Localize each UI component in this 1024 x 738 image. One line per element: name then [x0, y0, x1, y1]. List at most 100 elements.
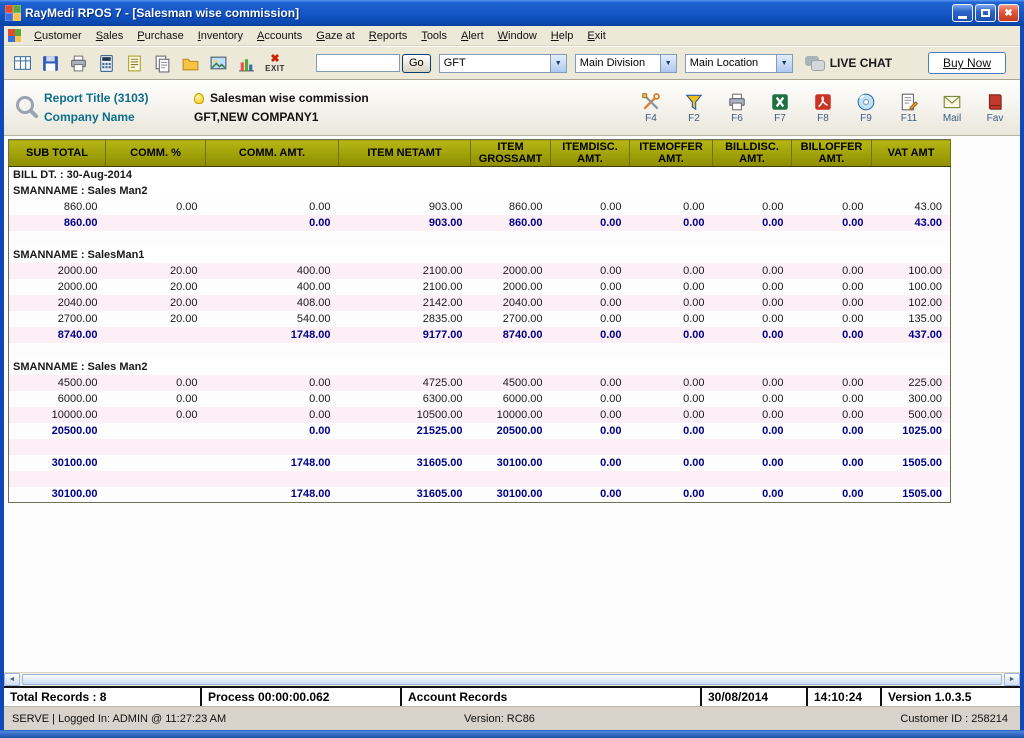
cell: 1748.00	[206, 455, 339, 471]
cell: 540.00	[206, 311, 339, 327]
tool-fkey-label: F2	[688, 113, 700, 124]
notes-icon[interactable]	[122, 51, 146, 75]
save-icon[interactable]	[38, 51, 62, 75]
cell: 0.00	[206, 407, 339, 423]
cell: 860.00	[471, 215, 551, 231]
cell: 0.00	[792, 423, 872, 439]
table-icon[interactable]	[10, 51, 34, 75]
cell: 0.00	[630, 295, 713, 311]
spacer-cell	[9, 343, 951, 359]
menu-item-gaze-at[interactable]: Gaze at	[309, 28, 362, 44]
menu-item-inventory[interactable]: Inventory	[191, 28, 250, 44]
table-row[interactable]: 2700.0020.00540.002835.002700.000.000.00…	[9, 311, 951, 327]
mail-button[interactable]: Mail	[937, 92, 967, 124]
column-header: ITEM NETAMT	[339, 140, 471, 167]
title-bar[interactable]: RayMedi RPOS 7 - [Salesman wise commissi…	[0, 0, 1024, 26]
cell: 20.00	[106, 279, 206, 295]
search-input[interactable]	[316, 54, 400, 72]
cell: 0.00	[630, 375, 713, 391]
spacer-row	[9, 343, 951, 359]
copy-icon[interactable]	[150, 51, 174, 75]
cell	[106, 487, 206, 503]
cell: 2040.00	[9, 295, 106, 311]
mail-icon	[942, 92, 962, 112]
division-dropdown[interactable]: Main Division▼	[575, 54, 677, 73]
table-row[interactable]: 10000.000.000.0010500.0010000.000.000.00…	[9, 407, 951, 423]
cell: 10000.00	[471, 407, 551, 423]
window-bottom-border	[0, 730, 1024, 738]
restore-button[interactable]	[975, 4, 996, 22]
bulb-icon	[194, 93, 204, 104]
cell: 0.00	[551, 487, 630, 503]
menu-item-alert[interactable]: Alert	[454, 28, 491, 44]
cell: 0.00	[206, 199, 339, 215]
fav-icon	[985, 92, 1005, 112]
menu-item-window[interactable]: Window	[491, 28, 544, 44]
table-row[interactable]: 4500.000.000.004725.004500.000.000.000.0…	[9, 375, 951, 391]
cell: 0.00	[713, 311, 792, 327]
buy-now-button[interactable]: Buy Now	[928, 52, 1006, 74]
menu-item-sales[interactable]: Sales	[89, 28, 131, 44]
tool-fkey-label: F8	[817, 113, 829, 124]
cell: 0.00	[551, 279, 630, 295]
menu-item-accounts[interactable]: Accounts	[250, 28, 309, 44]
menu-item-customer[interactable]: Customer	[27, 28, 89, 44]
table-row[interactable]: 2000.0020.00400.002100.002000.000.000.00…	[9, 279, 951, 295]
cell: 0.00	[206, 215, 339, 231]
print-button[interactable]: F6	[722, 92, 752, 124]
column-header: SUB TOTAL	[9, 140, 106, 167]
table-row[interactable]: 2040.0020.00408.002142.002040.000.000.00…	[9, 295, 951, 311]
image-icon[interactable]	[206, 51, 230, 75]
minimize-button[interactable]	[952, 4, 973, 22]
company-dropdown[interactable]: GFT▼	[439, 54, 567, 73]
chart-icon[interactable]	[234, 51, 258, 75]
cell: 860.00	[471, 199, 551, 215]
menu-item-reports[interactable]: Reports	[362, 28, 415, 44]
toolbar: ✖ EXIT Go GFT▼ Main Division▼ Main Locatio…	[4, 46, 1020, 80]
cell: 860.00	[9, 215, 106, 231]
group-row: SMANNAME : SalesMan1	[9, 247, 951, 263]
subtotal-row: 30100.001748.0031605.0030100.000.000.000…	[9, 455, 951, 471]
cell: 10000.00	[9, 407, 106, 423]
table-row[interactable]: 860.000.000.00903.00860.000.000.000.000.…	[9, 199, 951, 215]
exit-button[interactable]: ✖ EXIT	[260, 49, 290, 77]
group-label: SMANNAME : Sales Man2	[9, 359, 951, 375]
tool-fkey-label: F6	[731, 113, 743, 124]
cell: 2700.00	[471, 311, 551, 327]
fav-button[interactable]: Fav	[980, 92, 1010, 124]
pdf-button[interactable]: F8	[808, 92, 838, 124]
live-chat-button[interactable]: LIVE CHAT	[805, 56, 892, 71]
scroll-left-button[interactable]: ◄	[4, 673, 20, 686]
location-dropdown[interactable]: Main Location▼	[685, 54, 793, 73]
disc-button[interactable]: F9	[851, 92, 881, 124]
cell: 9177.00	[339, 327, 471, 343]
cell: 0.00	[792, 295, 872, 311]
login-status: SERVE | Logged In: ADMIN @ 11:27:23 AM	[4, 713, 464, 725]
table-row[interactable]: 6000.000.000.006300.006000.000.000.000.0…	[9, 391, 951, 407]
scroll-right-button[interactable]: ►	[1004, 673, 1020, 686]
cell: 102.00	[872, 295, 951, 311]
folder-icon[interactable]	[178, 51, 202, 75]
menu-item-exit[interactable]: Exit	[580, 28, 612, 44]
table-row[interactable]: 2000.0020.00400.002100.002000.000.000.00…	[9, 263, 951, 279]
cell: 2040.00	[471, 295, 551, 311]
print-icon[interactable]	[66, 51, 90, 75]
close-button[interactable]: ✖	[998, 4, 1019, 22]
go-button[interactable]: Go	[402, 54, 431, 73]
spacer-row	[9, 471, 951, 487]
filter-button[interactable]: F2	[679, 92, 709, 124]
cell: 0.00	[630, 215, 713, 231]
excel-button[interactable]: F7	[765, 92, 795, 124]
tool-fkey-label: F11	[901, 113, 918, 124]
preview-button[interactable]: F11	[894, 92, 924, 124]
scrollbar-thumb[interactable]	[22, 674, 1002, 685]
menu-item-help[interactable]: Help	[544, 28, 581, 44]
cell: 21525.00	[339, 423, 471, 439]
column-header: VAT AMT	[872, 140, 951, 167]
tools-button[interactable]: F4	[636, 92, 666, 124]
cell: 2000.00	[471, 263, 551, 279]
menu-item-tools[interactable]: Tools	[414, 28, 454, 44]
menu-item-purchase[interactable]: Purchase	[130, 28, 190, 44]
cell: 2100.00	[339, 279, 471, 295]
calculator-icon[interactable]	[94, 51, 118, 75]
